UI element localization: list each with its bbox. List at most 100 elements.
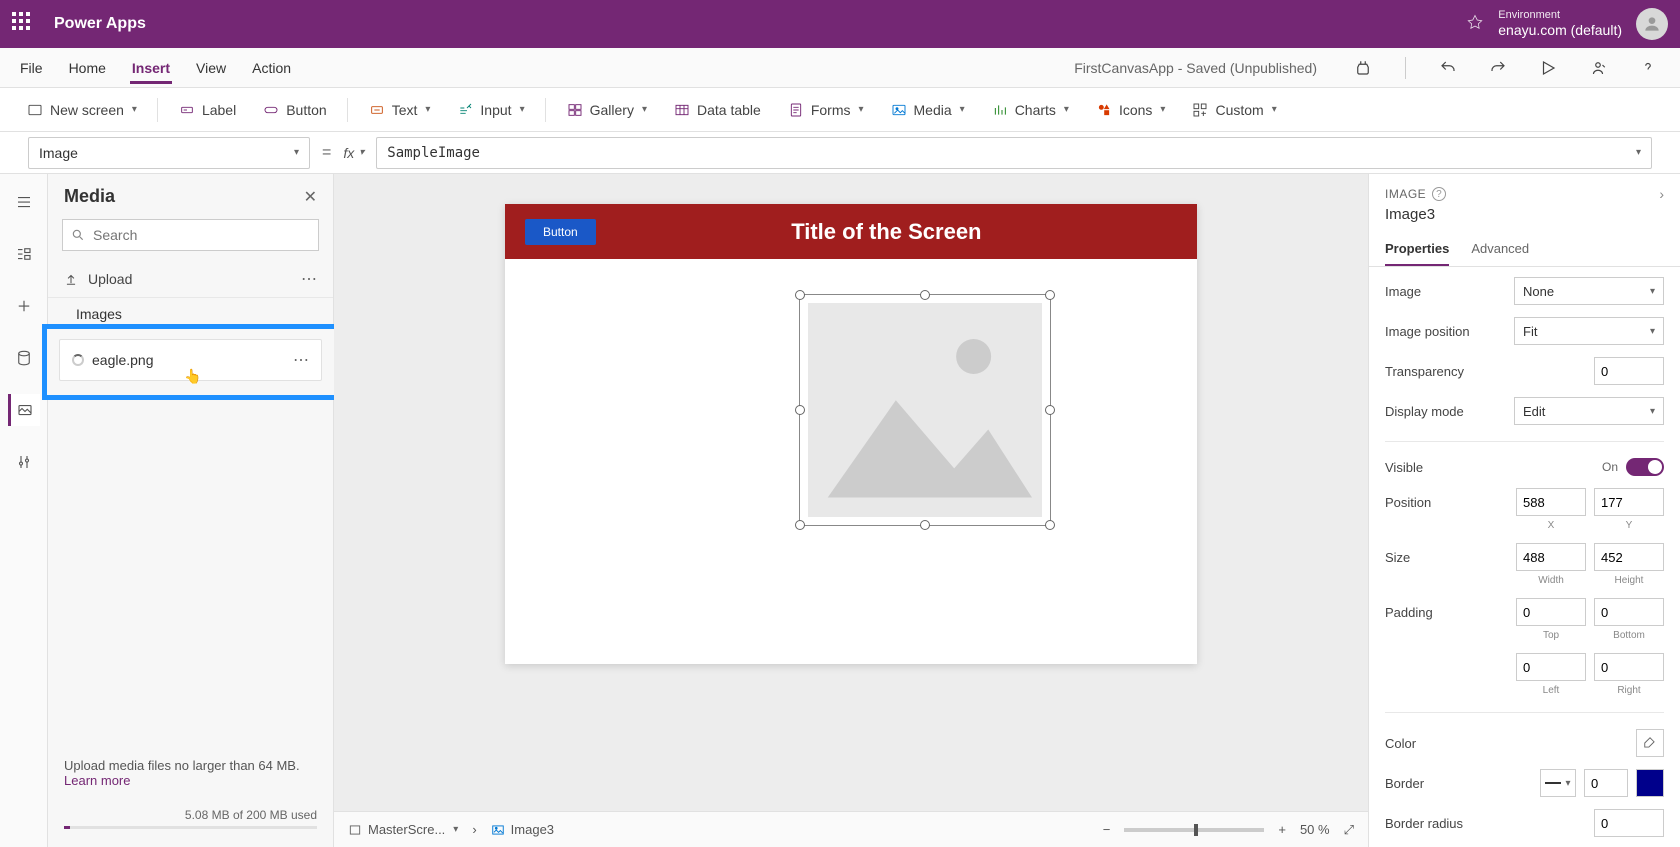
canvas-page[interactable]: Button Title of the Screen — [505, 204, 1197, 664]
menu-view[interactable]: View — [194, 52, 228, 84]
prop-pad-bottom-input[interactable] — [1594, 598, 1664, 626]
breadcrumb-screen[interactable]: MasterScre...▾ — [348, 822, 458, 837]
prop-border-width[interactable] — [1584, 769, 1628, 797]
avatar[interactable] — [1636, 8, 1668, 40]
prop-y-input[interactable] — [1594, 488, 1664, 516]
custom-button[interactable]: Custom▾ — [1181, 95, 1286, 125]
prop-pad-right-input[interactable] — [1594, 653, 1664, 681]
canvas-wrap: Button Title of the Screen — [334, 174, 1368, 847]
share-icon[interactable] — [1584, 54, 1612, 82]
bottom-bar: MasterScre...▾ › Image3 − + 50 % ⤢ — [334, 811, 1368, 847]
charts-button[interactable]: Charts▾ — [981, 95, 1079, 125]
learn-more-link[interactable]: Learn more — [64, 773, 130, 788]
label-button[interactable]: Label — [168, 95, 246, 125]
new-screen-button[interactable]: New screen▾ — [16, 95, 147, 125]
prop-visible-toggle[interactable] — [1626, 458, 1664, 476]
resize-handle[interactable] — [1045, 405, 1055, 415]
prop-border-style[interactable]: ▾ — [1540, 769, 1576, 797]
resize-handle[interactable] — [920, 290, 930, 300]
undo-icon[interactable] — [1434, 54, 1462, 82]
prop-height-input[interactable] — [1594, 543, 1664, 571]
close-panel-icon[interactable]: ✕ — [304, 187, 317, 207]
prop-border-color[interactable] — [1636, 769, 1664, 797]
resize-handle[interactable] — [795, 290, 805, 300]
prop-imgposition-select[interactable]: Fit▾ — [1514, 317, 1664, 345]
canvas-button[interactable]: Button — [525, 219, 596, 245]
gallery-button[interactable]: Gallery▾ — [556, 95, 657, 125]
resize-handle[interactable] — [1045, 290, 1055, 300]
control-name[interactable]: Image3 — [1369, 206, 1680, 233]
forms-button[interactable]: Forms▾ — [777, 95, 874, 125]
formula-bar: Image▾ = fx▾ SampleImage ▾ — [0, 132, 1680, 174]
data-table-button[interactable]: Data table — [663, 95, 771, 125]
app-launcher-icon[interactable] — [12, 12, 36, 36]
upload-more-icon[interactable]: ⋯ — [301, 269, 317, 289]
property-selector[interactable]: Image▾ — [28, 137, 310, 169]
fit-screen-icon[interactable]: ⤢ — [1344, 822, 1354, 838]
prop-transparency-input[interactable] — [1594, 357, 1664, 385]
resize-handle[interactable] — [1045, 520, 1055, 530]
prop-color-label: Color — [1385, 736, 1416, 751]
app-checker-icon[interactable] — [1349, 54, 1377, 82]
prop-displaymode-select[interactable]: Edit▾ — [1514, 397, 1664, 425]
media-panel-title: Media — [64, 186, 115, 207]
redo-icon[interactable] — [1484, 54, 1512, 82]
media-item-more-icon[interactable]: ⋯ — [293, 350, 309, 370]
play-icon[interactable] — [1534, 54, 1562, 82]
media-category-images[interactable]: Images — [48, 298, 333, 324]
media-search[interactable] — [62, 219, 319, 251]
prop-x-input[interactable] — [1516, 488, 1586, 516]
media-search-input[interactable] — [93, 227, 310, 243]
canvas-area[interactable]: Button Title of the Screen — [334, 174, 1368, 811]
zoom-slider[interactable] — [1124, 828, 1264, 832]
menu-action[interactable]: Action — [250, 52, 293, 84]
storage-used-text: 5.08 MB of 200 MB used — [64, 808, 317, 822]
prop-width-input[interactable] — [1516, 543, 1586, 571]
tab-advanced[interactable]: Advanced — [1471, 233, 1529, 266]
icons-button[interactable]: Icons▾ — [1085, 95, 1176, 125]
info-icon[interactable]: ? — [1432, 187, 1446, 201]
resize-handle[interactable] — [920, 520, 930, 530]
tools-icon[interactable] — [8, 446, 40, 478]
prop-visible-value: On — [1602, 460, 1618, 474]
selected-image-control[interactable] — [799, 294, 1051, 526]
menu-file[interactable]: File — [18, 52, 45, 84]
resize-handle[interactable] — [795, 520, 805, 530]
insert-pane-icon[interactable] — [8, 238, 40, 270]
media-item-eagle[interactable]: eagle.png ⋯ 👆 — [59, 339, 322, 381]
tab-properties[interactable]: Properties — [1385, 233, 1449, 266]
prop-pad-top-input[interactable] — [1516, 598, 1586, 626]
help-icon[interactable] — [1634, 54, 1662, 82]
prop-visible-label: Visible — [1385, 460, 1423, 475]
input-button[interactable]: Input▾ — [446, 95, 534, 125]
insert-ribbon: New screen▾ Label Button Text▾ Input▾ Ga… — [0, 88, 1680, 132]
environment-selector[interactable]: Environment enayu.com (default) — [1498, 9, 1622, 39]
add-icon[interactable] — [8, 290, 40, 322]
top-bar: Power Apps Environment enayu.com (defaul… — [0, 0, 1680, 48]
prop-pad-left-input[interactable] — [1516, 653, 1586, 681]
tree-view-icon[interactable] — [8, 186, 40, 218]
button-button[interactable]: Button — [252, 95, 336, 125]
prop-image-select[interactable]: None▾ — [1514, 277, 1664, 305]
storage-bar — [64, 826, 317, 829]
prop-radius-input[interactable] — [1594, 809, 1664, 837]
zoom-in-icon[interactable]: + — [1278, 822, 1286, 837]
fx-icon[interactable]: fx▾ — [343, 145, 364, 161]
menu-home[interactable]: Home — [67, 52, 108, 84]
zoom-value: 50 % — [1300, 822, 1330, 837]
prop-color-swatch[interactable] — [1636, 729, 1664, 757]
prop-displaymode-label: Display mode — [1385, 404, 1464, 419]
screen-header: Button Title of the Screen — [505, 204, 1197, 259]
formula-input[interactable]: SampleImage ▾ — [376, 137, 1652, 169]
menu-insert[interactable]: Insert — [130, 52, 172, 84]
text-button[interactable]: Text▾ — [358, 95, 441, 125]
expand-panel-icon[interactable]: › — [1659, 186, 1664, 202]
data-icon[interactable] — [8, 342, 40, 374]
media-button[interactable]: Media▾ — [880, 95, 975, 125]
zoom-out-icon[interactable]: − — [1103, 822, 1111, 837]
breadcrumb-control[interactable]: Image3 — [491, 822, 554, 837]
upload-button[interactable]: Upload ⋯ — [48, 261, 333, 298]
media-pane-icon[interactable] — [8, 394, 40, 426]
resize-handle[interactable] — [795, 405, 805, 415]
equals-sign: = — [322, 144, 331, 162]
